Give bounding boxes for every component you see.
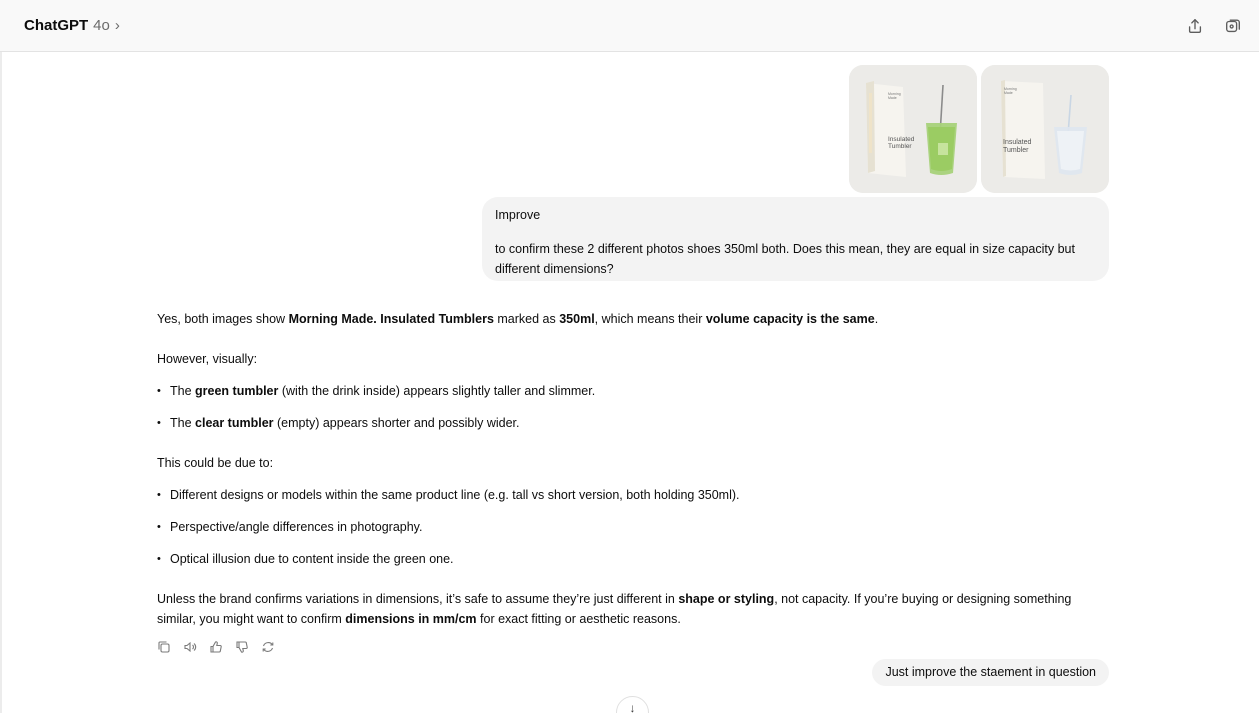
bullet-list: Different designs or models within the s… (157, 485, 1102, 569)
assistant-message: Yes, both images show Morning Made. Insu… (157, 309, 1102, 629)
svg-text:Tumbler: Tumbler (1003, 147, 1029, 154)
list-item: The clear tumbler (empty) appears shorte… (157, 413, 1102, 433)
list-item: The green tumbler (with the drink inside… (157, 381, 1102, 401)
list-item: Perspective/angle differences in photogr… (157, 517, 1102, 537)
new-chat-icon[interactable] (1221, 14, 1245, 38)
chevron-right-icon: › (114, 17, 120, 34)
app-name: ChatGPT (24, 17, 89, 34)
user-message: Improve to confirm these 2 different pho… (482, 197, 1109, 281)
copy-icon[interactable] (157, 640, 171, 654)
paragraph: Unless the brand confirms variations in … (157, 592, 1072, 626)
svg-text:Made: Made (888, 96, 897, 100)
user-message-line: Improve (495, 208, 541, 222)
list-item: Different designs or models within the s… (157, 485, 1102, 505)
svg-text:Made: Made (1004, 91, 1013, 95)
bullet-list: The green tumbler (with the drink inside… (157, 381, 1102, 433)
thumbs-up-icon[interactable] (209, 640, 223, 654)
model-selector[interactable]: ChatGPT 4o › (24, 17, 120, 34)
svg-text:Tumbler: Tumbler (888, 143, 912, 150)
top-actions (1183, 14, 1245, 38)
paragraph: However, visually: (157, 352, 258, 366)
product-photo-clear: Insulated Tumbler Morning Made (981, 65, 1109, 193)
paragraph: Yes, both images show Morning Made. Insu… (157, 312, 879, 326)
regenerate-icon[interactable] (261, 640, 275, 654)
product-photo-green: Insulated Tumbler Morning Made (849, 65, 977, 193)
scroll-down-button[interactable]: ↓ (616, 696, 649, 713)
model-name: 4o (93, 17, 110, 34)
user-message: Just improve the staement in question (872, 659, 1109, 686)
read-aloud-icon[interactable] (183, 640, 197, 654)
attachment-image[interactable]: Insulated Tumbler Morning Made (981, 65, 1109, 193)
arrow-down-icon: ↓ (629, 701, 636, 713)
message-actions (157, 640, 275, 654)
user-message-line: to confirm these 2 different photos shoe… (495, 242, 1075, 276)
box-title: Insulated (888, 136, 915, 143)
thumbs-down-icon[interactable] (235, 640, 249, 654)
sidebar-edge (0, 52, 2, 713)
attachment-image[interactable]: Insulated Tumbler Morning Made (849, 65, 977, 193)
box-title: Insulated (1003, 139, 1032, 146)
paragraph: This could be due to: (157, 456, 274, 470)
list-item: Optical illusion due to content inside t… (157, 549, 1102, 569)
top-bar: ChatGPT 4o › (0, 0, 1259, 52)
share-icon[interactable] (1183, 14, 1207, 38)
